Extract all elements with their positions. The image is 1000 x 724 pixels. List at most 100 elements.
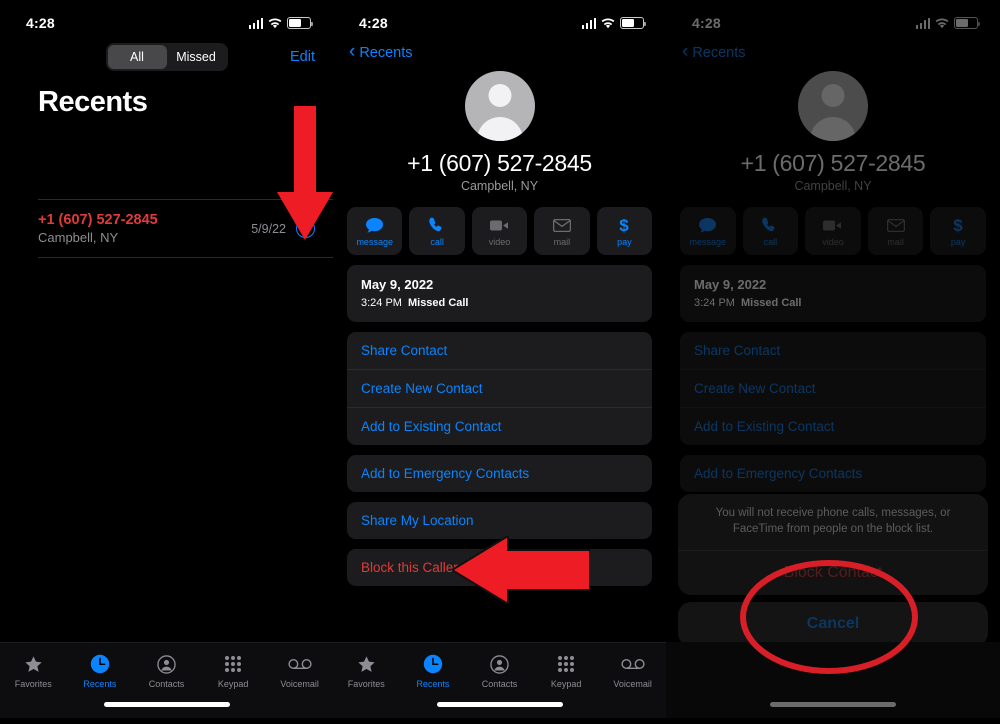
recents-call-list: +1 (607) 527-2845 Campbell, NY 5/9/22 i <box>0 199 333 258</box>
call-history-date: May 9, 2022 <box>694 277 767 292</box>
call-item-text: +1 (607) 527-2845 Campbell, NY <box>38 212 251 245</box>
action-label: call <box>763 237 778 247</box>
tab-contacts[interactable]: Contacts <box>466 652 533 689</box>
cellular-signal-icon <box>581 17 596 29</box>
segment-all[interactable]: All <box>107 45 167 69</box>
create-new-contact-button: Create New Contact <box>680 369 986 407</box>
back-button[interactable]: ‹ Recents <box>333 40 666 61</box>
tab-recents[interactable]: Recents <box>400 652 467 689</box>
share-contact-button: Share Contact <box>694 343 781 358</box>
tab-label: Contacts <box>148 679 185 689</box>
call-history-entry: May 9, 2022 3:24 PM Missed Call <box>347 265 652 322</box>
star-icon <box>357 652 376 676</box>
tab-label: Recents <box>83 679 117 689</box>
back-button-label: Recents <box>692 44 746 61</box>
action-mail-button: mail <box>867 207 924 255</box>
chevron-left-icon: ‹ <box>682 41 689 62</box>
battery-icon <box>954 17 980 29</box>
action-pay-button[interactable]: $ pay <box>930 207 986 255</box>
battery-icon <box>620 17 646 29</box>
wifi-icon <box>268 17 282 29</box>
screenshot-stage: 4:28 All Missed Edit Recents +1 (607) 52… <box>0 0 1000 724</box>
info-icon[interactable]: i <box>296 219 315 238</box>
home-indicator <box>103 702 230 707</box>
share-my-location-button[interactable]: Share My Location <box>347 502 652 539</box>
phone-panel-call-detail: 4:28 ‹ Recents +1 (607) 527-2845 Campbel… <box>333 6 666 718</box>
action-label: call <box>430 237 444 247</box>
tab-keypad[interactable]: Keypad <box>200 652 267 689</box>
status-bar: 4:28 <box>0 6 333 40</box>
add-to-emergency-contacts-button[interactable]: Add to Emergency Contacts <box>347 455 652 492</box>
call-list-item[interactable]: +1 (607) 527-2845 Campbell, NY 5/9/22 i <box>38 199 333 258</box>
status-bar-indicators <box>915 17 980 29</box>
star-icon <box>24 652 43 676</box>
segment-missed[interactable]: Missed <box>167 45 226 69</box>
avatar <box>798 71 868 141</box>
action-label: video <box>488 237 511 247</box>
calls-filter-segmented-control[interactable]: All Missed <box>105 43 228 71</box>
tab-label: Favorites <box>347 679 385 689</box>
emergency-contacts-card: Add to Emergency Contacts <box>347 455 652 492</box>
block-this-caller-button[interactable]: Block this Caller <box>347 549 652 586</box>
chevron-left-icon: ‹ <box>349 41 356 62</box>
avatar <box>464 71 535 141</box>
svg-text:$: $ <box>953 216 963 234</box>
home-indicator <box>770 702 896 707</box>
action-video-button: video <box>805 207 861 255</box>
create-new-contact-button[interactable]: Create New Contact <box>347 369 652 407</box>
envelope-icon <box>886 215 905 235</box>
cancel-button[interactable]: Cancel <box>678 602 988 646</box>
action-label: video <box>822 237 844 247</box>
voicemail-icon <box>621 652 645 676</box>
tab-bar: Favorites Recents Contacts Keypad Voicem… <box>0 642 333 718</box>
tab-favorites[interactable]: Favorites <box>333 652 400 689</box>
call-history-card: May 9, 2022 3:24 PM Missed Call <box>680 265 986 322</box>
action-mail-button: mail <box>534 207 590 255</box>
dollar-sign-icon: $ <box>618 215 630 235</box>
video-camera-icon <box>823 215 842 235</box>
status-bar-clock: 4:28 <box>26 15 55 31</box>
page-title: Recents <box>38 86 148 118</box>
call-history-entry: May 9, 2022 3:24 PM Missed Call <box>680 265 986 322</box>
action-call-button[interactable]: call <box>742 207 799 255</box>
phone-panel-recents-list: 4:28 All Missed Edit Recents +1 (607) 52… <box>0 6 333 718</box>
contact-location: Campbell, NY <box>794 179 872 193</box>
status-bar: 4:28 <box>333 6 666 40</box>
action-message-button[interactable]: message <box>347 207 403 255</box>
edit-button[interactable]: Edit <box>290 49 315 65</box>
add-to-existing-contact-button[interactable]: Add to Existing Contact <box>347 407 652 445</box>
dollar-sign-icon: $ <box>952 215 964 235</box>
action-video-button: video <box>471 207 528 255</box>
block-contact-button[interactable]: Block Contact <box>678 550 988 595</box>
tab-label: Keypad <box>550 679 582 689</box>
action-pay-button[interactable]: $ pay <box>596 207 653 255</box>
voicemail-icon <box>288 652 312 676</box>
recents-nav-row: All Missed Edit <box>0 40 333 74</box>
block-action-sheet: You will not receive phone calls, messag… <box>678 493 988 646</box>
tab-keypad[interactable]: Keypad <box>533 652 600 689</box>
person-circle-icon <box>490 652 509 676</box>
action-message-button[interactable]: message <box>680 207 736 255</box>
tab-voicemail[interactable]: Voicemail <box>266 652 333 689</box>
clock-icon <box>90 652 110 676</box>
action-label: message <box>689 237 727 247</box>
tab-recents[interactable]: Recents <box>67 652 134 689</box>
contact-actions-card: Share Contact Create New Contact Add to … <box>347 332 652 445</box>
tab-contacts[interactable]: Contacts <box>133 652 200 689</box>
share-location-card: Share My Location <box>347 502 652 539</box>
call-history-date: May 9, 2022 <box>361 277 434 292</box>
action-label: mail <box>553 237 571 247</box>
share-contact-button[interactable]: Share Contact <box>347 332 652 369</box>
tab-voicemail[interactable]: Voicemail <box>599 652 666 689</box>
action-label: message <box>356 237 393 247</box>
block-caller-card: Block this Caller <box>347 549 652 586</box>
tab-bar <box>666 642 1000 718</box>
call-history-type: Missed Call <box>740 297 802 309</box>
tab-favorites[interactable]: Favorites <box>0 652 67 689</box>
emergency-contacts-card: Add to Emergency Contacts <box>680 455 986 492</box>
quick-action-row: message call video mail $ pay <box>666 193 1000 255</box>
action-call-button[interactable]: call <box>409 207 465 255</box>
person-circle-icon <box>157 652 176 676</box>
action-label: mail <box>887 237 904 247</box>
back-button[interactable]: ‹ Recents <box>666 40 1000 61</box>
